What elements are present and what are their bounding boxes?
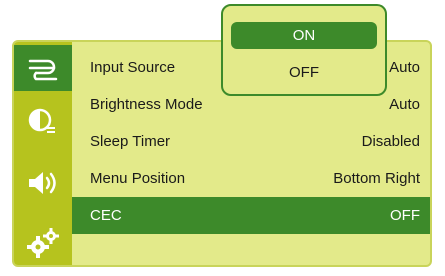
sidebar-item-picture[interactable] [14, 99, 72, 145]
setting-label: Menu Position [90, 170, 186, 187]
setting-value: Disabled [361, 133, 420, 150]
setting-row-sleep-timer[interactable]: Sleep Timer Disabled [72, 123, 430, 160]
setting-row-menu-position[interactable]: Menu Position Bottom Right [72, 160, 430, 197]
option-off[interactable]: OFF [231, 59, 377, 86]
setting-value: Bottom Right [333, 170, 420, 187]
speaker-volume-icon [29, 172, 56, 194]
setting-value: OFF [390, 207, 420, 224]
option-on[interactable]: ON [231, 22, 377, 49]
setting-label: CEC [90, 207, 122, 224]
sidebar [14, 42, 72, 265]
gears-settings-icon [27, 228, 59, 258]
setting-label: Input Source [90, 59, 176, 76]
cec-option-popup: ON OFF [221, 4, 387, 96]
input-cable-icon [28, 59, 58, 81]
setting-row-cec[interactable]: CEC OFF [72, 197, 430, 234]
sidebar-item-input[interactable] [14, 45, 72, 91]
setting-value: Auto [389, 59, 420, 76]
setting-label: Brightness Mode [90, 96, 203, 113]
setting-label: Sleep Timer [90, 133, 171, 150]
sidebar-item-settings[interactable] [14, 220, 72, 265]
setting-value: Auto [389, 96, 420, 113]
sidebar-item-sound[interactable] [14, 160, 72, 206]
picture-contrast-icon [28, 108, 55, 133]
